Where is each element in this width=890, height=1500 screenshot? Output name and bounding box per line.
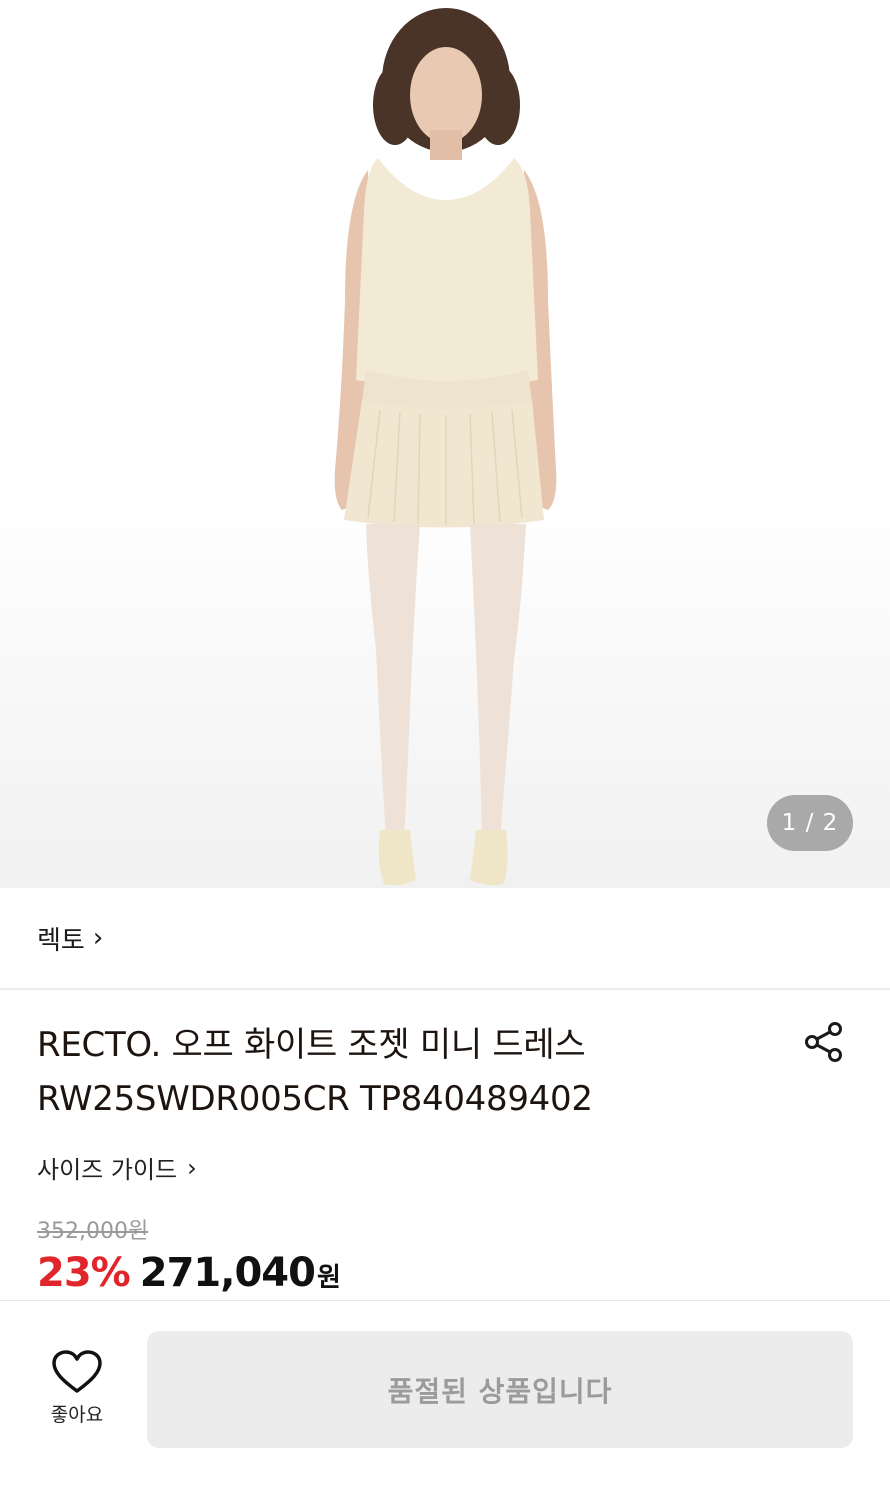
brand-name: 렉토 bbox=[37, 925, 85, 956]
share-icon[interactable] bbox=[800, 1018, 848, 1066]
chevron-right-icon: › bbox=[92, 923, 104, 953]
size-guide-link[interactable]: 사이즈 가이드 › bbox=[37, 1150, 197, 1185]
brand-link[interactable]: 렉토 › bbox=[37, 920, 103, 957]
like-label: 좋아요 bbox=[50, 1404, 104, 1426]
product-title-line2: RW25SWDR005CR TP840489402 bbox=[37, 1079, 593, 1119]
product-title: RECTO. 오프 화이트 조젯 미니 드레스 RW25SWDR005CR TP… bbox=[37, 1018, 777, 1126]
sale-price: 271,040 bbox=[139, 1250, 316, 1296]
like-button[interactable]: 좋아요 bbox=[37, 1350, 117, 1430]
image-counter: 1 / 2 bbox=[767, 795, 853, 851]
size-guide-label: 사이즈 가이드 bbox=[37, 1156, 178, 1184]
price-row: 23% 271,040 원 bbox=[37, 1250, 341, 1296]
product-image-gallery[interactable]: 1 / 2 bbox=[0, 0, 890, 888]
sold-out-button[interactable]: 품절된 상품입니다 bbox=[147, 1331, 853, 1448]
original-price: 352,000원 bbox=[37, 1219, 149, 1244]
heart-icon bbox=[52, 1350, 102, 1393]
brand-row: 렉토 › bbox=[0, 888, 890, 990]
currency-unit: 원 bbox=[316, 1263, 341, 1293]
chevron-right-icon: › bbox=[187, 1153, 197, 1182]
discount-rate: 23% bbox=[37, 1250, 131, 1296]
product-title-line1: RECTO. 오프 화이트 조젯 미니 드레스 bbox=[37, 1025, 586, 1065]
product-model-image bbox=[334, 8, 557, 886]
